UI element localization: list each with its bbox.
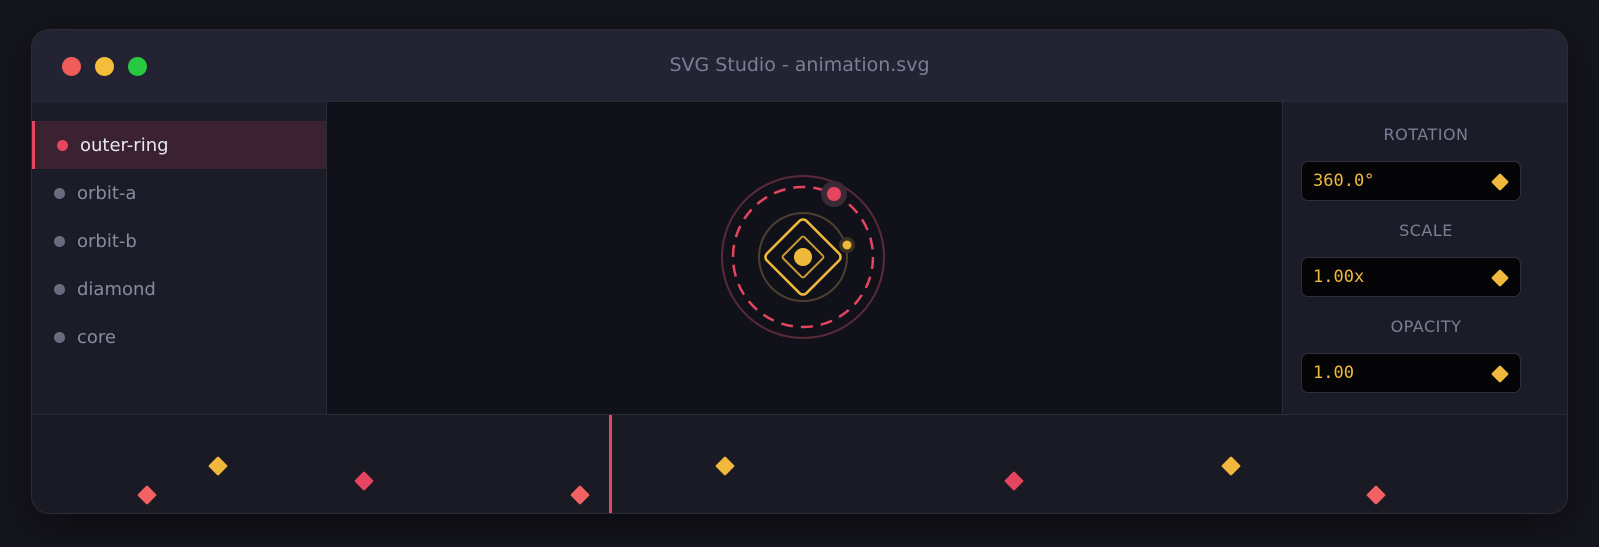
rotation-value: 360.0° — [1313, 171, 1375, 191]
layer-dot-icon — [54, 235, 65, 247]
keyframe-diamond-icon[interactable] — [208, 456, 228, 476]
layer-dot-icon — [57, 139, 68, 151]
layer-dot-icon — [54, 331, 65, 343]
scale-keyframe-diamond-icon[interactable] — [1491, 269, 1509, 287]
scale-value: 1.00x — [1313, 267, 1365, 287]
properties-panel: ROTATION 360.0° SCALE 1.00x OPACITY 1.00 — [1282, 102, 1567, 414]
keyframe-diamond-icon[interactable] — [354, 471, 374, 491]
layer-item-core[interactable]: core — [32, 313, 326, 361]
playhead[interactable] — [609, 415, 612, 514]
opacity-value: 1.00 — [1313, 363, 1354, 383]
app-window: SVG Studio - animation.svg outer-ring or… — [31, 29, 1568, 514]
core-shape[interactable] — [794, 248, 812, 266]
keyframe-diamond-icon[interactable] — [1004, 471, 1024, 491]
timeline-panel[interactable] — [32, 414, 1567, 514]
layer-label: orbit-b — [77, 230, 137, 252]
opacity-label: OPACITY — [1390, 317, 1462, 336]
keyframe-diamond-icon[interactable] — [1366, 485, 1386, 505]
scale-field[interactable]: 1.00x — [1301, 257, 1521, 297]
timeline-track — [137, 415, 1386, 514]
rotation-field[interactable]: 360.0° — [1301, 161, 1521, 201]
layer-dot-icon — [54, 283, 65, 295]
opacity-keyframe-diamond-icon[interactable] — [1491, 365, 1509, 383]
orbit-b-shape[interactable] — [842, 240, 852, 250]
layer-label: diamond — [77, 278, 156, 300]
scale-label: SCALE — [1399, 221, 1453, 240]
keyframe-diamond-icon[interactable] — [570, 485, 590, 505]
keyframe-diamond-icon[interactable] — [1221, 456, 1241, 476]
layers-panel: outer-ring orbit-a orbit-b diamond core — [32, 102, 327, 414]
layer-dot-icon — [54, 187, 65, 199]
keyframe-diamond-icon[interactable] — [137, 485, 157, 505]
layer-item-orbit-a[interactable]: orbit-a — [32, 169, 326, 217]
rotation-label: ROTATION — [1383, 125, 1469, 144]
svg-canvas[interactable] — [327, 102, 1282, 414]
layer-label: core — [77, 326, 116, 348]
opacity-field[interactable]: 1.00 — [1301, 353, 1521, 393]
layer-label: outer-ring — [80, 134, 169, 156]
rotation-keyframe-diamond-icon[interactable] — [1491, 173, 1509, 191]
layer-item-orbit-b[interactable]: orbit-b — [32, 217, 326, 265]
orbit-a-shape[interactable] — [827, 187, 841, 201]
layer-label: orbit-a — [77, 182, 137, 204]
layer-item-diamond[interactable]: diamond — [32, 265, 326, 313]
title-bar: SVG Studio - animation.svg — [32, 30, 1567, 102]
artwork-preview — [721, 175, 885, 339]
layer-item-outer-ring[interactable]: outer-ring — [32, 121, 326, 169]
keyframe-diamond-icon[interactable] — [715, 456, 735, 476]
window-title: SVG Studio - animation.svg — [669, 54, 930, 76]
